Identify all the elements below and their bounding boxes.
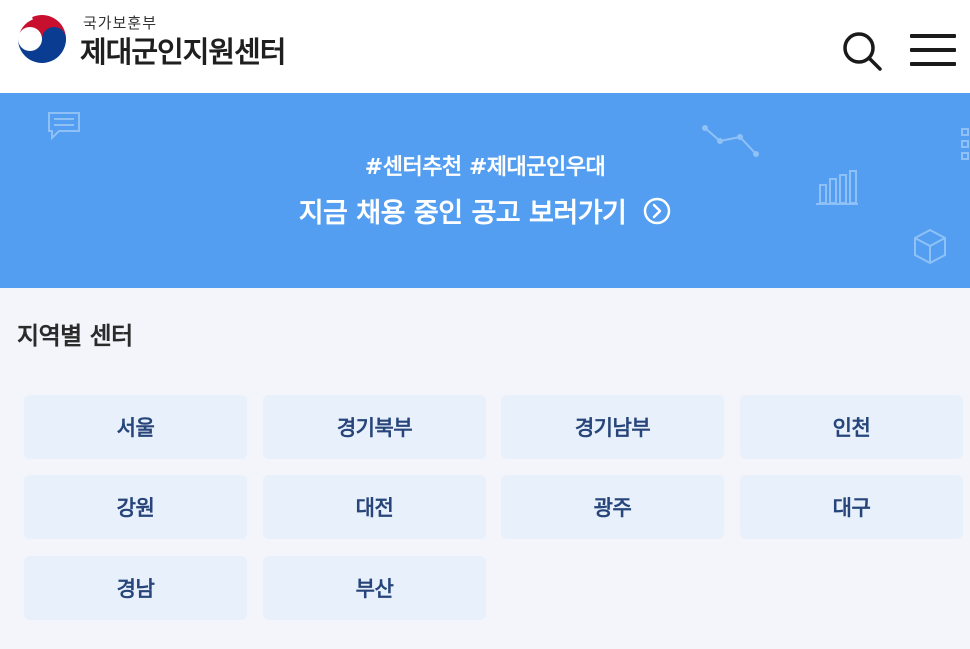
search-icon[interactable] xyxy=(838,27,886,75)
chevron-circle-right-icon xyxy=(644,197,671,224)
region-button-daejeon[interactable]: 대전 xyxy=(263,475,486,539)
site-header: 국가보훈부 제대군인지원센터 xyxy=(0,0,970,93)
banner-cta-link[interactable]: 지금 채용 중인 공고 보러가기 xyxy=(0,191,970,230)
banner-hashtags: #센터추천 #제대군인우대 xyxy=(364,155,606,180)
region-button-busan[interactable]: 부산 xyxy=(263,556,486,620)
region-button-seoul[interactable]: 서울 xyxy=(24,395,247,459)
region-button-gangwon[interactable]: 강원 xyxy=(24,475,247,539)
cube-icon xyxy=(914,228,946,265)
banner-cta-label: 지금 채용 중인 공고 보러가기 xyxy=(298,198,627,229)
center-name[interactable]: 제대군인지원센터 xyxy=(80,35,286,69)
region-button-gwangju[interactable]: 광주 xyxy=(501,475,724,539)
region-button-gyeonggi-south[interactable]: 경기남부 xyxy=(501,395,724,459)
taegeuk-logo[interactable] xyxy=(10,9,74,73)
region-button-gyeongnam[interactable]: 경남 xyxy=(24,556,247,620)
region-button-incheon[interactable]: 인천 xyxy=(740,395,963,459)
region-button-gyeonggi-north[interactable]: 경기북부 xyxy=(263,395,486,459)
ministry-name: 국가보훈부 xyxy=(83,14,158,32)
chat-icon xyxy=(48,112,80,141)
hamburger-menu-icon[interactable] xyxy=(906,28,960,72)
job-banner[interactable]: #센터추천 #제대군인우대 지금 채용 중인 공고 보러가기 xyxy=(0,93,970,288)
region-button-daegu[interactable]: 대구 xyxy=(740,475,963,539)
regions-title: 지역별 센터 xyxy=(17,322,133,350)
